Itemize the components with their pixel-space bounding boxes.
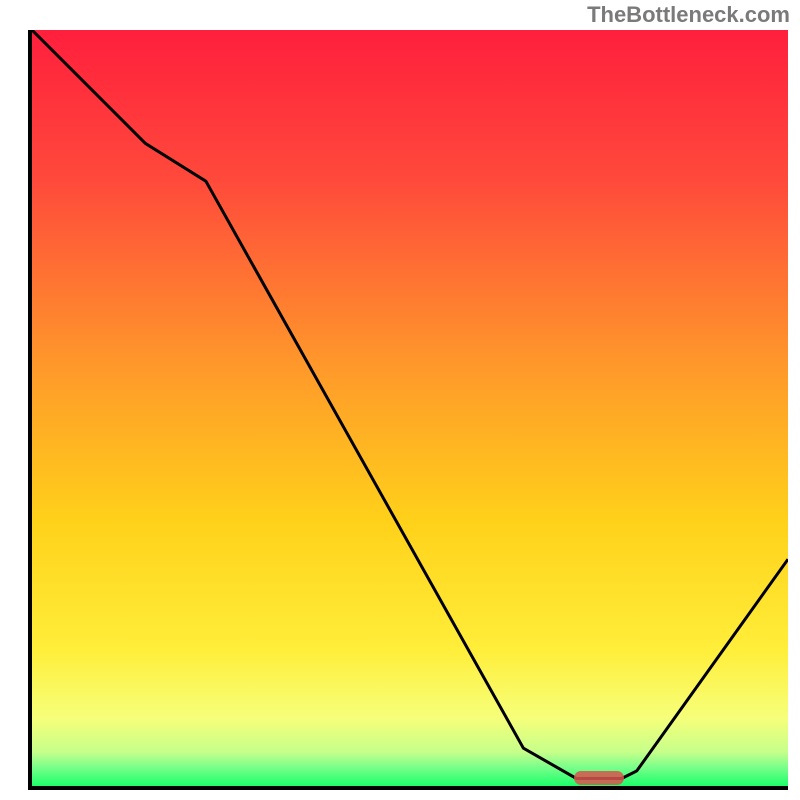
plot-axes <box>28 30 788 790</box>
bottleneck-curve <box>32 30 788 786</box>
watermark-text: TheBottleneck.com <box>587 2 790 28</box>
optimal-point-marker <box>574 771 624 785</box>
chart-container: TheBottleneck.com <box>0 0 800 800</box>
